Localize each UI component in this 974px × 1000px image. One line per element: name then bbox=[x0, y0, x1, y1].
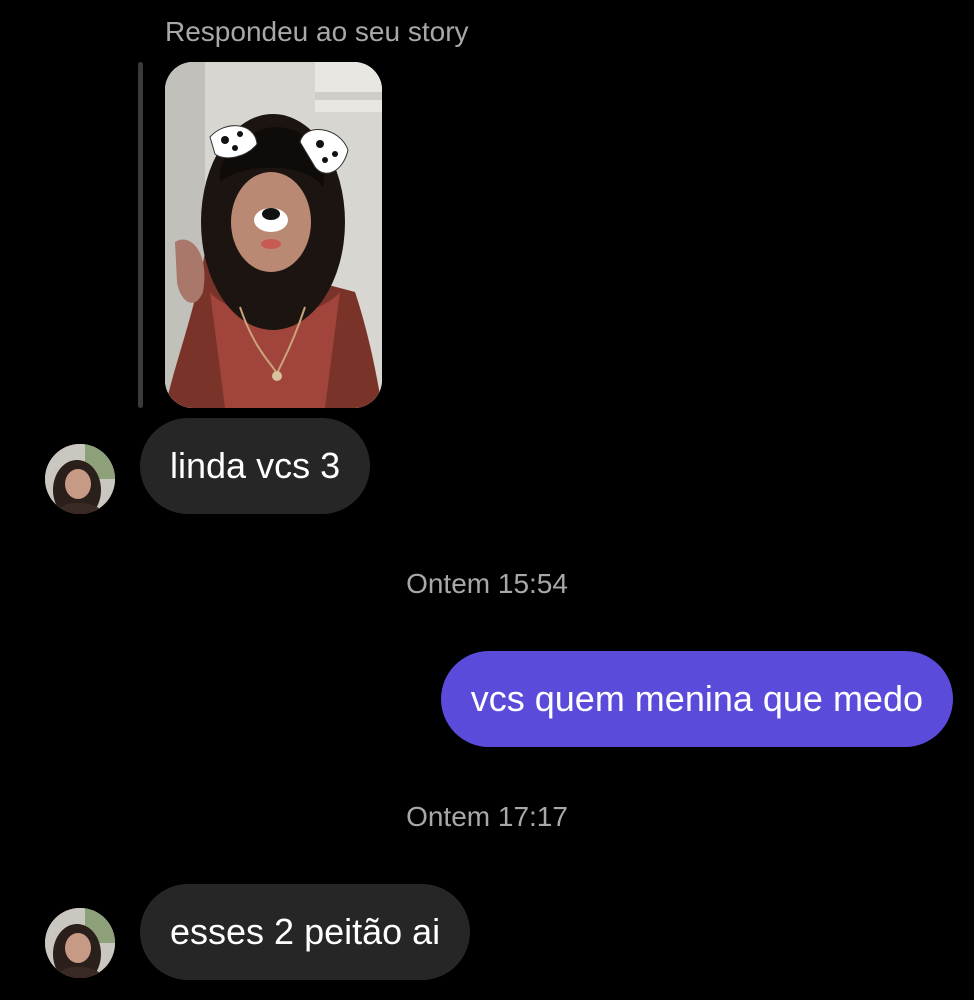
contact-avatar[interactable] bbox=[45, 908, 115, 978]
contact-avatar-icon bbox=[45, 444, 115, 514]
message-timestamp: Ontem 15:54 bbox=[406, 568, 568, 599]
incoming-message-bubble[interactable]: linda vcs 3 bbox=[140, 418, 371, 514]
incoming-message-bubble[interactable]: esses 2 peitão ai bbox=[140, 884, 471, 980]
story-reply-caption: Respondeu ao seu story bbox=[165, 16, 469, 47]
message-text: esses 2 peitão ai bbox=[170, 911, 441, 952]
message-timestamp: Ontem 17:17 bbox=[406, 801, 568, 832]
message-text: linda vcs 3 bbox=[170, 445, 341, 486]
reply-quote-line bbox=[138, 62, 143, 408]
story-thumbnail[interactable] bbox=[165, 62, 382, 408]
story-photo-icon bbox=[165, 62, 382, 408]
outgoing-message-bubble[interactable]: vcs quem menina que medo bbox=[440, 651, 953, 747]
contact-avatar[interactable] bbox=[45, 444, 115, 514]
message-text: vcs quem menina que medo bbox=[470, 678, 923, 719]
contact-avatar-icon bbox=[45, 908, 115, 978]
